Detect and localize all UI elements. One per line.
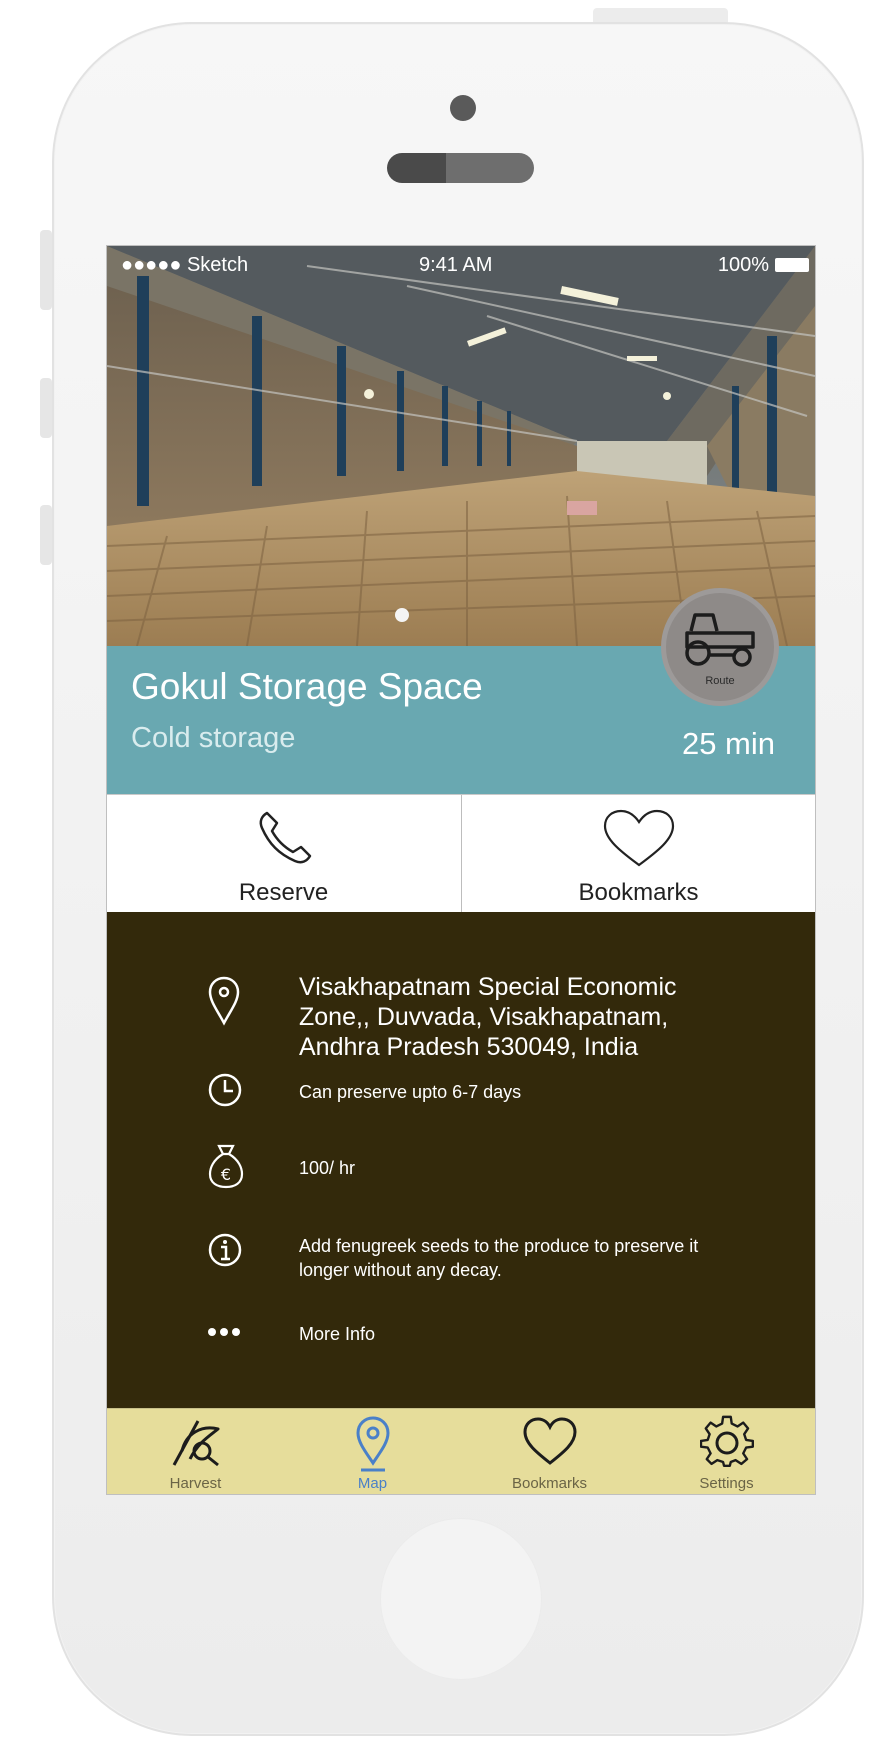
harvest-icon bbox=[172, 1420, 219, 1467]
photo-pager-dot[interactable] bbox=[395, 608, 409, 622]
tab-harvest-label: Harvest bbox=[169, 1475, 222, 1492]
money-bag-icon: € bbox=[208, 1144, 244, 1189]
phone-volume-up bbox=[40, 378, 52, 438]
phone-speaker bbox=[387, 153, 534, 183]
travel-time: 25 min bbox=[681, 726, 775, 761]
phone-icon bbox=[259, 811, 311, 864]
bookmarks-label: Bookmarks bbox=[578, 879, 699, 906]
warehouse-image bbox=[107, 246, 815, 646]
reserve-button[interactable]: Reserve bbox=[107, 795, 460, 913]
phone-mute-switch bbox=[40, 230, 52, 310]
reserve-label: Reserve bbox=[238, 879, 329, 906]
details-panel: Visakhapatnam Special Economic Zone,, Du… bbox=[107, 912, 815, 1408]
location-pin-icon bbox=[208, 976, 240, 1026]
phone-camera bbox=[450, 95, 476, 121]
heart-icon bbox=[522, 1417, 577, 1465]
tab-harvest[interactable]: Harvest bbox=[107, 1409, 284, 1494]
tab-map-label: Map bbox=[357, 1475, 388, 1492]
place-category: Cold storage bbox=[131, 722, 296, 754]
tip-text: Add fenugreek seeds to the produce to pr… bbox=[299, 1236, 699, 1280]
tab-map[interactable]: Map bbox=[284, 1409, 461, 1494]
carrier-label: ●●●●● Sketch bbox=[121, 254, 249, 276]
clock-icon bbox=[208, 1073, 242, 1107]
storage-photo bbox=[107, 246, 815, 646]
tab-bookmarks-label: Bookmarks bbox=[511, 1475, 588, 1492]
action-row: Reserve Bookmarks bbox=[107, 794, 815, 914]
info-icon bbox=[208, 1233, 242, 1267]
tab-settings-label: Settings bbox=[699, 1475, 754, 1492]
map-pin-icon bbox=[355, 1416, 390, 1472]
tab-settings[interactable]: Settings bbox=[638, 1409, 815, 1494]
battery-icon bbox=[775, 258, 809, 272]
phone-volume-down bbox=[40, 505, 52, 565]
app-screen: ●●●●● Sketch 9:41 AM 100% Gokul Storage … bbox=[106, 245, 816, 1495]
status-bar: ●●●●● Sketch 9:41 AM 100% bbox=[107, 246, 815, 282]
battery-percent: 100% bbox=[717, 254, 769, 276]
svg-text:€: € bbox=[221, 1165, 231, 1184]
phone-home-button[interactable] bbox=[380, 1518, 542, 1680]
preserve-text: Can preserve upto 6-7 days bbox=[299, 1082, 522, 1102]
route-label: Route bbox=[705, 675, 735, 687]
more-dots-icon bbox=[208, 1328, 240, 1336]
heart-icon bbox=[603, 809, 674, 867]
tab-bookmarks[interactable]: Bookmarks bbox=[461, 1409, 638, 1494]
price-text: 100/ hr bbox=[299, 1158, 356, 1178]
bookmarks-button[interactable]: Bookmarks bbox=[461, 795, 815, 913]
tractor-icon bbox=[685, 613, 755, 667]
gear-icon bbox=[699, 1415, 754, 1468]
route-button[interactable]: Route bbox=[661, 588, 779, 706]
clock: 9:41 AM bbox=[419, 254, 493, 276]
place-name: Gokul Storage Space bbox=[131, 666, 483, 707]
tab-bar: Harvest Map Bookmarks Settings bbox=[107, 1408, 815, 1494]
address-text: Visakhapatnam Special Economic Zone,, Du… bbox=[299, 973, 677, 1061]
more-info-link[interactable]: More Info bbox=[299, 1322, 719, 1346]
